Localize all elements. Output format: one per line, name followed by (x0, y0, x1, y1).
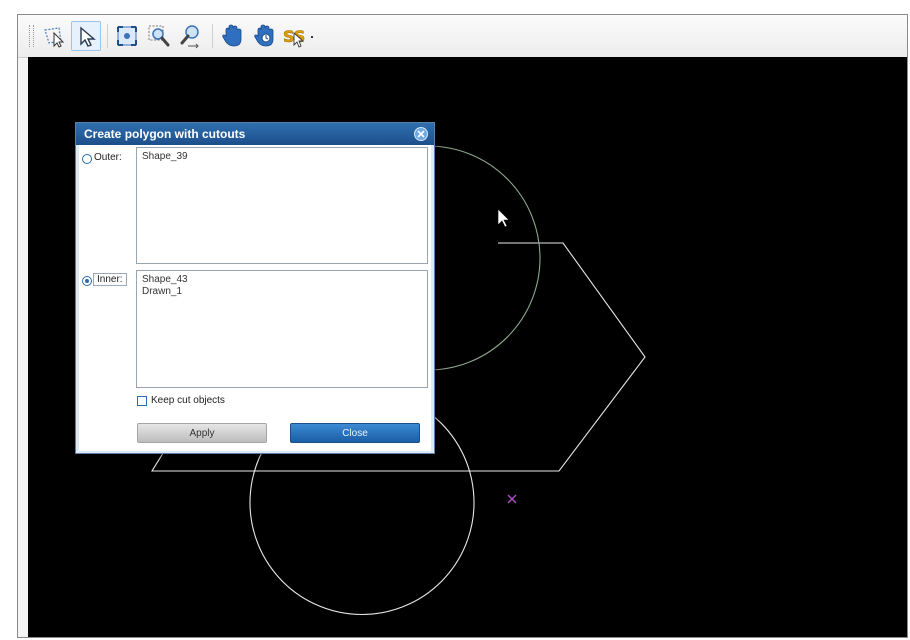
zoom-extents-icon (117, 26, 137, 46)
pan-hand-button[interactable] (217, 21, 247, 51)
list-item[interactable]: Shape_43 (142, 274, 422, 286)
dialog-body: Outer: Shape_39 Inner: Shape_43 Drawn_1 … (79, 145, 431, 451)
select-arrow-button[interactable] (71, 21, 101, 51)
outer-circle-shape[interactable] (427, 145, 541, 371)
toolbar-separator (107, 24, 108, 48)
toolbar-separator (212, 24, 213, 48)
apply-button[interactable]: Apply (137, 423, 267, 443)
snap-settings-dropdown[interactable]: SS (280, 21, 318, 51)
lasso-select-button[interactable] (39, 21, 69, 51)
dialog-title: Create polygon with cutouts (76, 123, 434, 145)
inner-radio[interactable] (82, 276, 92, 286)
toolbar-grip[interactable] (29, 25, 34, 47)
close-button[interactable]: Close (290, 423, 420, 443)
snap-settings-icon: SS (283, 27, 313, 48)
inner-label: Inner: (93, 273, 127, 286)
pan-hand-rotate-icon (254, 24, 274, 47)
application-window: SS Create polygon with cutouts O (17, 14, 908, 638)
snap-marker-icon (507, 494, 517, 504)
zoom-window-button[interactable] (144, 21, 174, 51)
zoom-realtime-button[interactable] (176, 21, 206, 51)
lasso-select-icon (44, 27, 65, 48)
keep-cut-objects-label: Keep cut objects (151, 395, 225, 406)
list-item[interactable]: Drawn_1 (142, 286, 422, 298)
keep-cut-objects-checkbox[interactable] (137, 396, 147, 406)
select-arrow-icon (80, 26, 96, 47)
mouse-cursor-icon (497, 208, 510, 228)
list-item[interactable]: Shape_39 (142, 151, 422, 163)
inner-shapes-list[interactable]: Shape_43 Drawn_1 (136, 270, 428, 388)
outer-shapes-list[interactable]: Shape_39 (136, 147, 428, 264)
create-polygon-dialog: Create polygon with cutouts Outer: Shape… (75, 122, 435, 454)
pan-hand-rotate-button[interactable] (249, 21, 279, 51)
drawing-canvas[interactable]: Create polygon with cutouts Outer: Shape… (28, 57, 907, 637)
dialog-close-button[interactable] (414, 127, 428, 141)
outer-radio[interactable] (82, 154, 92, 164)
toolbar: SS (18, 15, 907, 58)
zoom-realtime-icon (180, 25, 199, 49)
close-icon (417, 130, 425, 138)
zoom-window-icon (148, 25, 170, 47)
outer-label: Outer: (94, 152, 122, 163)
pan-hand-icon (222, 24, 242, 47)
zoom-extents-button[interactable] (112, 21, 142, 51)
